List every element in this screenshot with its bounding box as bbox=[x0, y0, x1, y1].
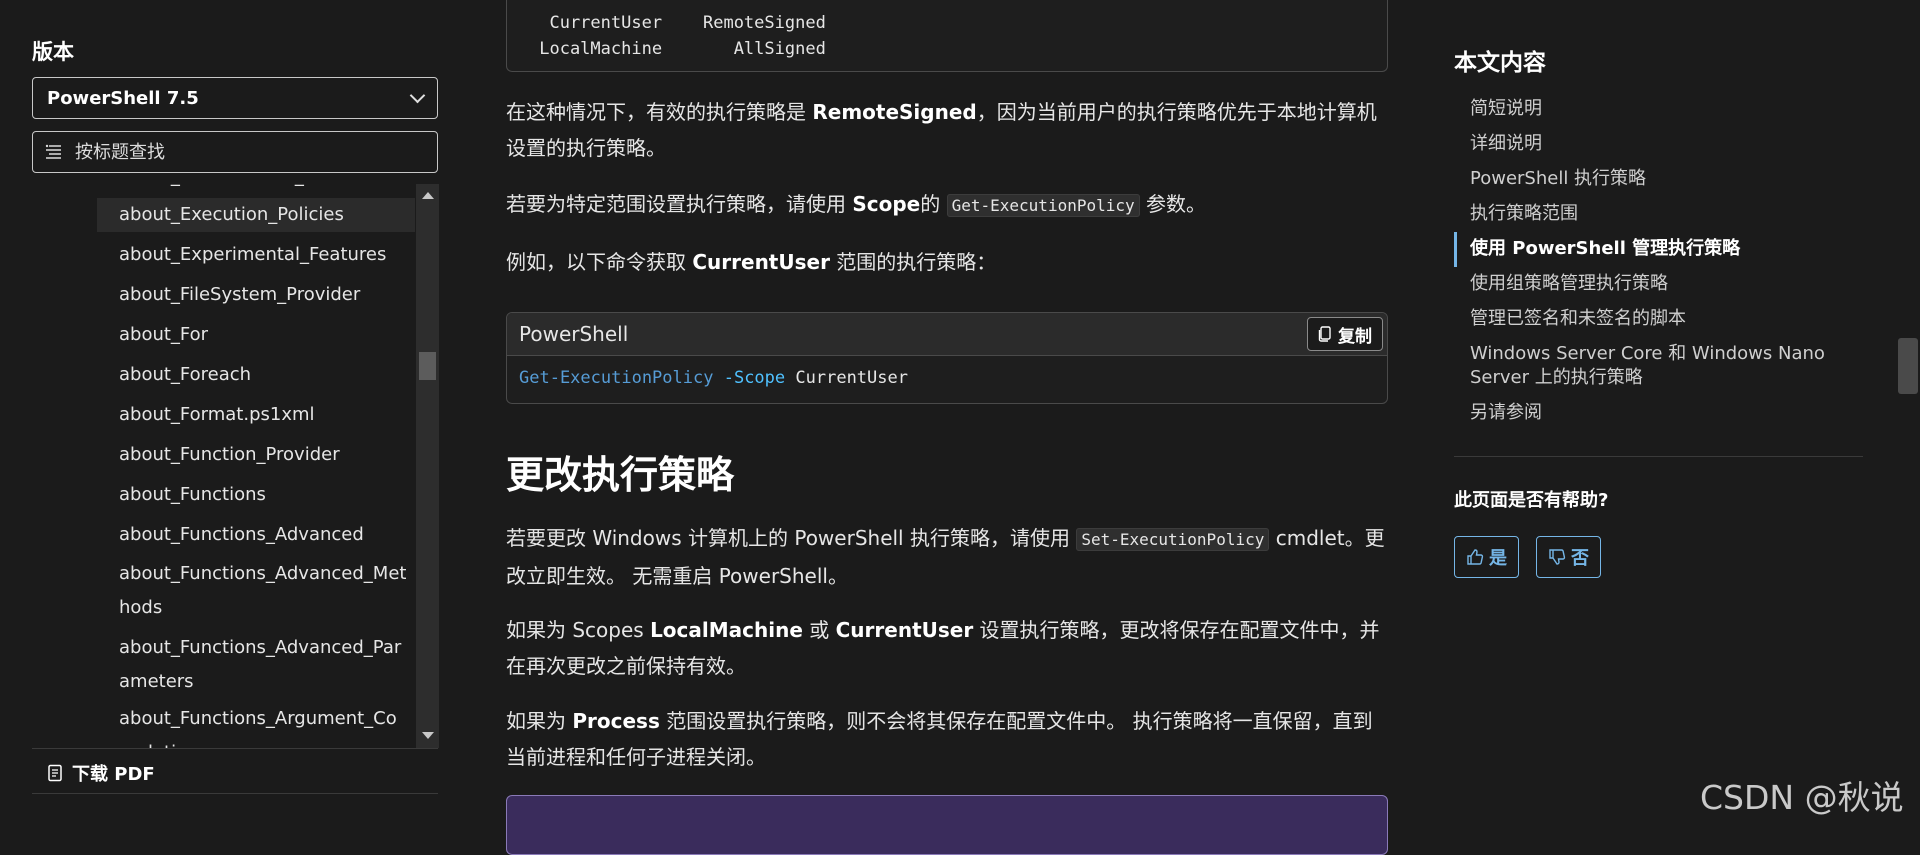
page-scroll-thumb[interactable] bbox=[1898, 338, 1918, 394]
watermark: CSDN @秋说 bbox=[1700, 778, 1904, 817]
in-this-article-list: 简短说明 详细说明 PowerShell 执行策略 执行策略范围 使用 Powe… bbox=[1454, 92, 1864, 431]
bold-term: CurrentUser bbox=[835, 618, 974, 642]
code-command: Get-ExecutionPolicy bbox=[519, 368, 714, 388]
code-parameter: -Scope bbox=[723, 368, 786, 388]
toc-link-execution-policy-scope[interactable]: 执行策略范围 bbox=[1454, 197, 1864, 232]
toc-link-synopsis[interactable]: 简短说明 bbox=[1454, 92, 1864, 127]
text: 若要为特定范围设置执行策略，请使用 bbox=[506, 192, 853, 216]
code-content: Get-ExecutionPolicy -Scope CurrentUser bbox=[507, 356, 1387, 400]
sidebar-item-functions-argument-completion[interactable]: about_Functions_Argument_Completion bbox=[97, 702, 415, 748]
chevron-down-icon bbox=[409, 87, 426, 104]
copy-icon bbox=[1318, 326, 1331, 342]
thumbs-up-icon bbox=[1467, 549, 1484, 565]
sidebar-item-functions-advanced-methods[interactable]: about_Functions_Advanced_Methods bbox=[97, 554, 415, 628]
left-sidebar: 版本 PowerShell 7.5 about_Environment_Vari… bbox=[0, 0, 455, 827]
version-select[interactable]: PowerShell 7.5 bbox=[32, 77, 438, 119]
text: 参数。 bbox=[1139, 192, 1206, 216]
paragraph-scopes-saved: 如果为 Scopes LocalMachine 或 CurrentUser 设置… bbox=[506, 612, 1386, 684]
inline-code: Get-ExecutionPolicy bbox=[946, 194, 1140, 217]
scroll-down-arrow-icon[interactable] bbox=[422, 732, 434, 739]
text: 范围的执行策略： bbox=[829, 250, 997, 274]
output-code-text: CurrentUser RemoteSigned LocalMachine Al… bbox=[539, 13, 826, 59]
feedback-yes-button[interactable]: 是 bbox=[1454, 536, 1519, 578]
version-selected-value: PowerShell 7.5 bbox=[47, 87, 199, 109]
bold-term: RemoteSigned bbox=[812, 100, 977, 124]
copy-label: 复制 bbox=[1338, 326, 1372, 347]
divider bbox=[32, 793, 438, 794]
sidebar-item-function-provider[interactable]: about_Function_Provider bbox=[97, 438, 415, 472]
paragraph-scope-param: 若要为特定范围设置执行策略，请使用 Scope的 Get-ExecutionPo… bbox=[506, 186, 1386, 224]
text: 例如，以下命令获取 bbox=[506, 250, 693, 274]
sidebar-item-filesystem-provider[interactable]: about_FileSystem_Provider bbox=[97, 278, 415, 312]
sidebar-item-functions[interactable]: about_Functions bbox=[97, 478, 415, 512]
feedback-no-label: 否 bbox=[1571, 548, 1589, 569]
pdf-document-icon bbox=[48, 764, 62, 782]
sidebar-toc-list: about_Environment_Variables about_Execut… bbox=[97, 184, 415, 748]
output-code-block: CurrentUser RemoteSigned LocalMachine Al… bbox=[506, 0, 1388, 72]
feedback-no-button[interactable]: 否 bbox=[1536, 536, 1601, 578]
download-pdf-link[interactable]: 下载 PDF bbox=[46, 760, 155, 786]
sidebar-item-functions-advanced[interactable]: about_Functions_Advanced bbox=[97, 518, 415, 552]
sidebar-scroll-thumb[interactable] bbox=[419, 352, 436, 380]
thumbs-down-icon bbox=[1549, 549, 1566, 565]
code-block-header: PowerShell 复制 bbox=[507, 313, 1387, 356]
version-heading: 版本 bbox=[32, 40, 74, 64]
toc-link-server-core-nano[interactable]: Windows Server Core 和 Windows Nano Serve… bbox=[1454, 337, 1864, 396]
download-pdf-label: 下载 PDF bbox=[72, 764, 155, 785]
powershell-code-block: PowerShell 复制 Get-ExecutionPolicy -Scope… bbox=[506, 312, 1388, 404]
feedback-yes-label: 是 bbox=[1489, 548, 1507, 569]
feedback-question: 此页面是否有帮助? bbox=[1454, 490, 1609, 511]
inline-code: Set-ExecutionPolicy bbox=[1076, 528, 1270, 551]
scroll-up-arrow-icon[interactable] bbox=[422, 192, 434, 199]
toc-link-signed-unsigned-scripts[interactable]: 管理已签名和未签名的脚本 bbox=[1454, 302, 1864, 337]
text: 如果为 Scopes bbox=[506, 618, 651, 642]
note-callout bbox=[506, 795, 1388, 855]
text: 或 bbox=[802, 618, 836, 642]
text: 如果为 bbox=[506, 709, 573, 733]
divider bbox=[32, 748, 438, 749]
sidebar-item-execution-policies[interactable]: about_Execution_Policies bbox=[97, 198, 415, 232]
divider bbox=[1454, 456, 1863, 457]
paragraph-change-policy: 若要更改 Windows 计算机上的 PowerShell 执行策略，请使用 S… bbox=[506, 520, 1386, 594]
paragraph-effective-policy: 在这种情况下，有效的执行策略是 RemoteSigned，因为当前用户的执行策略… bbox=[506, 94, 1386, 166]
toc-link-powershell-execution-policies[interactable]: PowerShell 执行策略 bbox=[1454, 162, 1864, 197]
text: 在这种情况下，有效的执行策略是 bbox=[506, 100, 813, 124]
toc-link-manage-with-group-policy[interactable]: 使用组策略管理执行策略 bbox=[1454, 267, 1864, 302]
paragraph-process-scope: 如果为 Process 范围设置执行策略，则不会将其保存在配置文件中。 执行策略… bbox=[506, 703, 1386, 775]
bold-term: Scope bbox=[852, 192, 921, 216]
code-language-label: PowerShell bbox=[519, 322, 629, 346]
toc-link-long-description[interactable]: 详细说明 bbox=[1454, 127, 1864, 162]
toc-link-see-also[interactable]: 另请参阅 bbox=[1454, 396, 1864, 431]
text: 若要更改 Windows 计算机上的 PowerShell 执行策略，请使用 bbox=[506, 526, 1077, 550]
bold-term: LocalMachine bbox=[650, 618, 803, 642]
paragraph-example: 例如，以下命令获取 CurrentUser 范围的执行策略： bbox=[506, 244, 1386, 280]
code-argument: CurrentUser bbox=[795, 368, 908, 388]
text: 的 bbox=[920, 192, 947, 216]
copy-button[interactable]: 复制 bbox=[1307, 317, 1383, 351]
section-heading: 更改执行策略 bbox=[506, 453, 735, 497]
sidebar-item-environment-variables[interactable]: about_Environment_Variables bbox=[97, 184, 415, 194]
in-this-article-heading: 本文内容 bbox=[1454, 50, 1546, 76]
filter-by-title-field[interactable] bbox=[32, 131, 438, 173]
sidebar-scrollbar[interactable] bbox=[416, 184, 439, 748]
sidebar-item-functions-advanced-parameters[interactable]: about_Functions_Advanced_Parameters bbox=[97, 628, 415, 702]
sidebar-item-format-ps1xml[interactable]: about_Format.ps1xml bbox=[97, 398, 415, 432]
sidebar-item-for[interactable]: about_For bbox=[97, 318, 415, 352]
filter-icon bbox=[45, 144, 61, 159]
page-scrollbar[interactable] bbox=[1896, 0, 1920, 827]
bold-term: CurrentUser bbox=[692, 250, 830, 274]
sidebar-item-experimental-features[interactable]: about_Experimental_Features bbox=[97, 238, 415, 272]
filter-input[interactable] bbox=[75, 141, 405, 163]
bold-term: Process bbox=[572, 709, 660, 733]
toc-link-manage-with-powershell[interactable]: 使用 PowerShell 管理执行策略 bbox=[1454, 232, 1864, 267]
sidebar-item-foreach[interactable]: about_Foreach bbox=[97, 358, 415, 392]
